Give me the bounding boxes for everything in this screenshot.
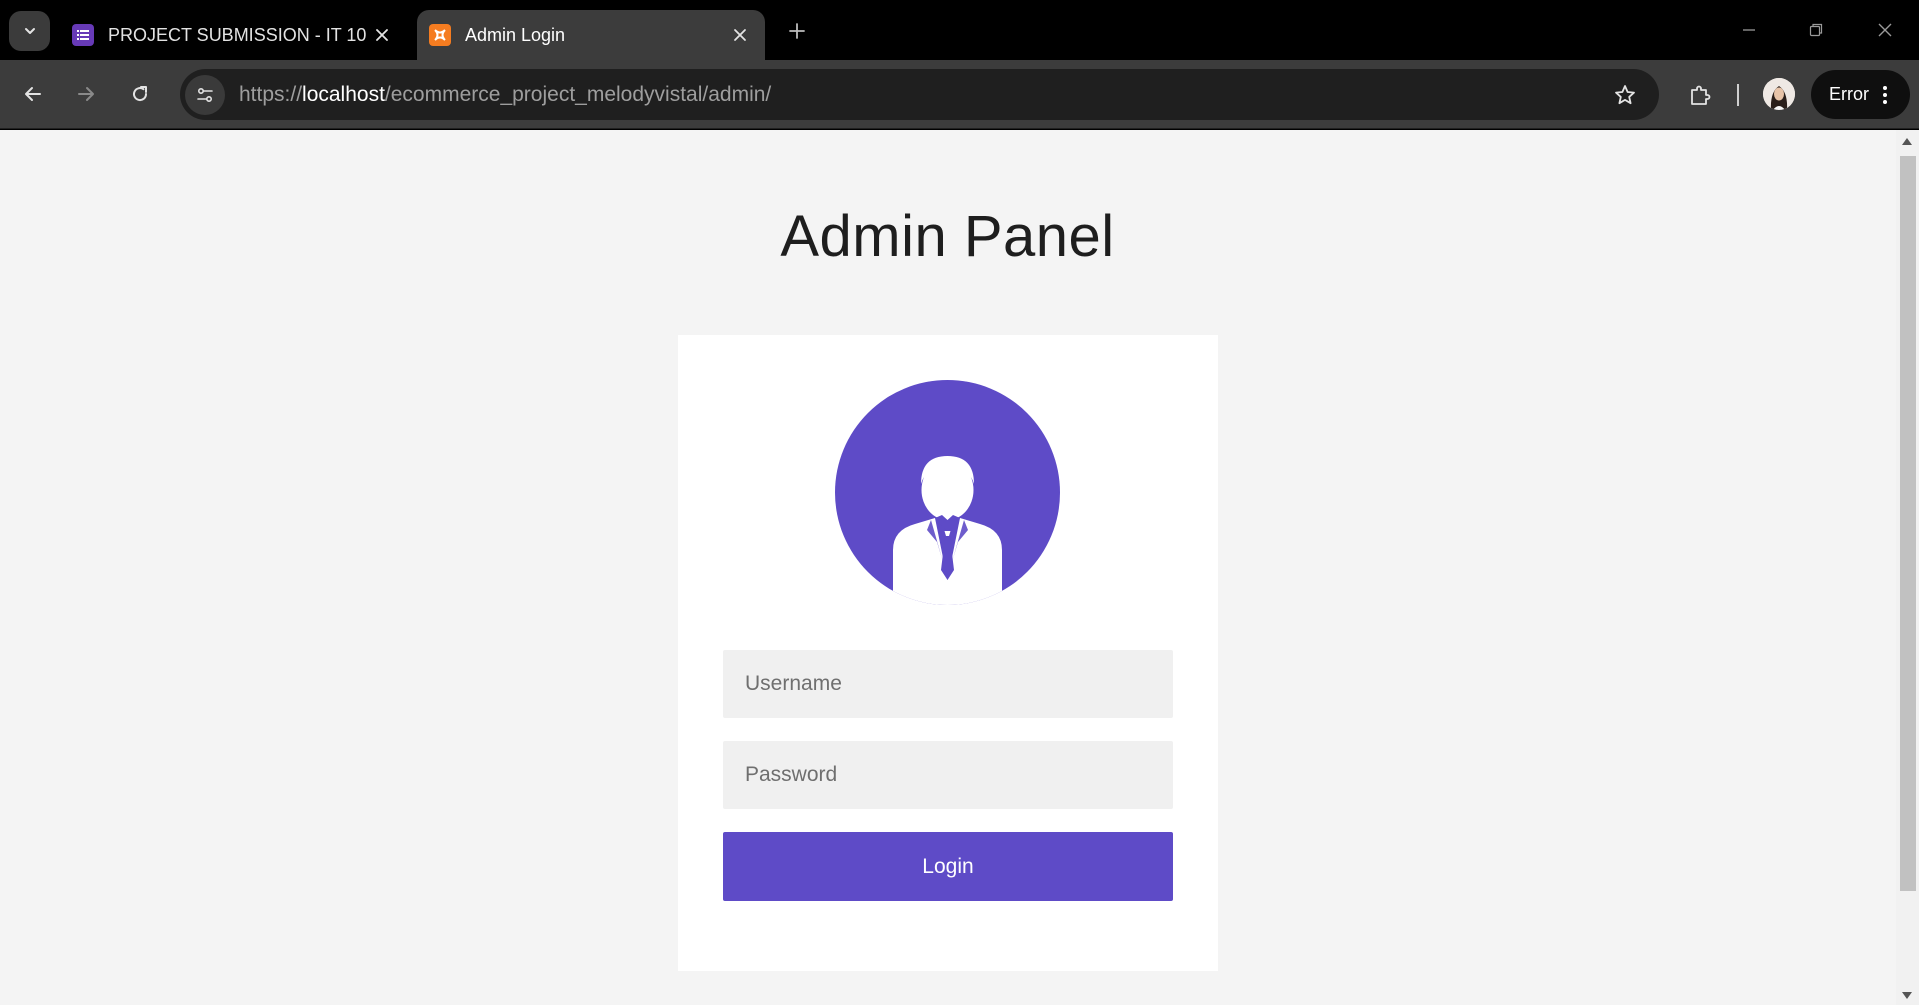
forms-list-icon xyxy=(72,24,94,46)
vertical-scrollbar[interactable] xyxy=(1896,130,1919,1005)
forward-arrow-icon xyxy=(78,87,94,101)
tab-admin-login[interactable]: Admin Login xyxy=(417,10,765,60)
password-input[interactable] xyxy=(723,741,1173,809)
site-info-button[interactable] xyxy=(185,74,225,115)
reload-button[interactable] xyxy=(120,74,160,114)
tab-title: Admin Login xyxy=(465,24,566,45)
xampp-icon xyxy=(429,24,451,46)
back-button[interactable] xyxy=(13,74,53,114)
scroll-up-arrow-icon[interactable] xyxy=(1902,138,1912,145)
puzzle-icon xyxy=(1691,85,1711,105)
close-icon xyxy=(1878,23,1892,37)
star-icon xyxy=(1615,84,1635,104)
tune-icon xyxy=(197,87,213,102)
login-button[interactable]: Login xyxy=(723,832,1173,901)
forward-button[interactable] xyxy=(66,74,106,114)
chevron-down-icon xyxy=(24,28,35,34)
url-path: /ecommerce_project_melodyvistal/admin/ xyxy=(384,82,772,106)
close-window-button[interactable] xyxy=(1863,8,1907,52)
extensions-button[interactable] xyxy=(1679,74,1721,116)
username-input[interactable] xyxy=(723,650,1173,718)
address-bar[interactable]: https://localhost/ecommerce_project_melo… xyxy=(180,69,1659,120)
url-host: localhost xyxy=(302,82,385,106)
bookmark-button[interactable] xyxy=(1603,73,1647,117)
profile-avatar[interactable] xyxy=(1763,78,1795,110)
profile-error-label: Error xyxy=(1829,84,1869,104)
restore-button[interactable] xyxy=(1794,8,1838,52)
restore-icon xyxy=(1809,23,1823,37)
login-card: Login xyxy=(678,335,1218,971)
admin-user-icon xyxy=(835,380,1060,605)
url-scheme: https:// xyxy=(239,82,303,106)
browser-toolbar: https://localhost/ecommerce_project_melo… xyxy=(0,60,1919,129)
toolbar-divider xyxy=(1737,84,1739,106)
minimize-icon xyxy=(1743,29,1755,31)
more-menu-icon xyxy=(1883,85,1887,104)
page-title: Admin Panel xyxy=(780,204,1115,269)
scrollbar-thumb[interactable] xyxy=(1900,156,1916,891)
tab-project-submission[interactable]: PROJECT SUBMISSION - IT 107 xyxy=(60,10,407,60)
reload-icon xyxy=(133,86,148,102)
close-tab-icon[interactable] xyxy=(725,20,755,50)
tab-title: PROJECT SUBMISSION - IT 107 xyxy=(108,24,367,45)
close-tab-icon[interactable] xyxy=(367,20,397,50)
scroll-down-arrow-icon[interactable] xyxy=(1902,992,1912,999)
tab-search-button[interactable] xyxy=(9,11,50,51)
profile-error-button[interactable]: Error xyxy=(1811,70,1910,119)
url-text[interactable]: https://localhost/ecommerce_project_melo… xyxy=(239,83,1603,107)
page-viewport: Admin Panel Login xyxy=(0,130,1919,1005)
back-arrow-icon xyxy=(25,87,41,101)
new-tab-button[interactable] xyxy=(779,13,815,49)
tab-strip: PROJECT SUBMISSION - IT 107 Admin Login xyxy=(0,0,1919,60)
plus-icon xyxy=(789,23,805,39)
minimize-button[interactable] xyxy=(1727,8,1771,52)
